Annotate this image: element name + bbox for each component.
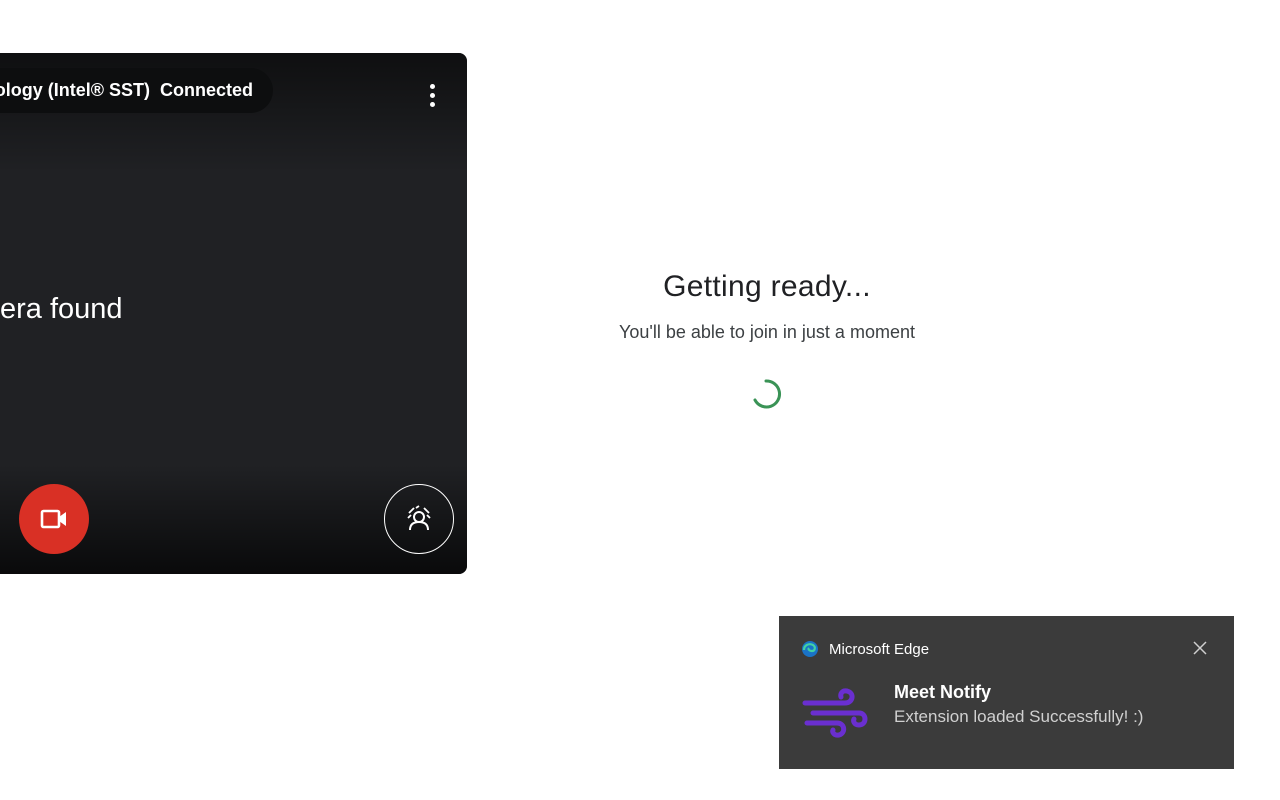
visual-effects-button[interactable] xyxy=(384,484,454,554)
meet-prejoin-page: nology (Intel® SST) Connected era found xyxy=(0,0,1280,800)
toast-body: Extension loaded Successfully! :) xyxy=(894,707,1144,726)
toast-title: Meet Notify xyxy=(894,682,992,702)
audio-device-pill[interactable]: nology (Intel® SST) Connected xyxy=(0,68,273,113)
toast-app-header: Microsoft Edge xyxy=(801,640,929,658)
more-vert-icon xyxy=(429,83,435,89)
toggle-camera-button[interactable] xyxy=(19,484,89,554)
more-vert-icon-dot xyxy=(429,92,435,98)
more-options-button[interactable] xyxy=(417,77,447,113)
camera-status-text: era found xyxy=(0,293,123,325)
visual-effects-icon xyxy=(407,505,431,531)
loading-spinner-icon xyxy=(753,379,782,409)
more-vert-icon-dot xyxy=(429,101,435,107)
toast-app-name: Microsoft Edge xyxy=(829,640,930,658)
getting-ready-title: Getting ready... xyxy=(663,270,871,303)
wind-icon xyxy=(802,688,868,738)
videocam-off-icon xyxy=(40,509,66,529)
video-preview: nology (Intel® SST) Connected era found xyxy=(0,53,467,574)
getting-ready-subtitle: You'll be able to join in just a moment xyxy=(619,322,915,342)
close-icon[interactable] xyxy=(1192,640,1208,656)
audio-device-status: Connected xyxy=(159,80,253,100)
audio-device-label: nology (Intel® SST) xyxy=(0,80,150,100)
edge-logo-icon xyxy=(802,641,818,657)
notification-toast[interactable]: Microsoft Edge Meet Notify Extension loa… xyxy=(779,616,1234,769)
getting-ready-panel: Getting ready... You'll be able to join … xyxy=(560,270,974,409)
